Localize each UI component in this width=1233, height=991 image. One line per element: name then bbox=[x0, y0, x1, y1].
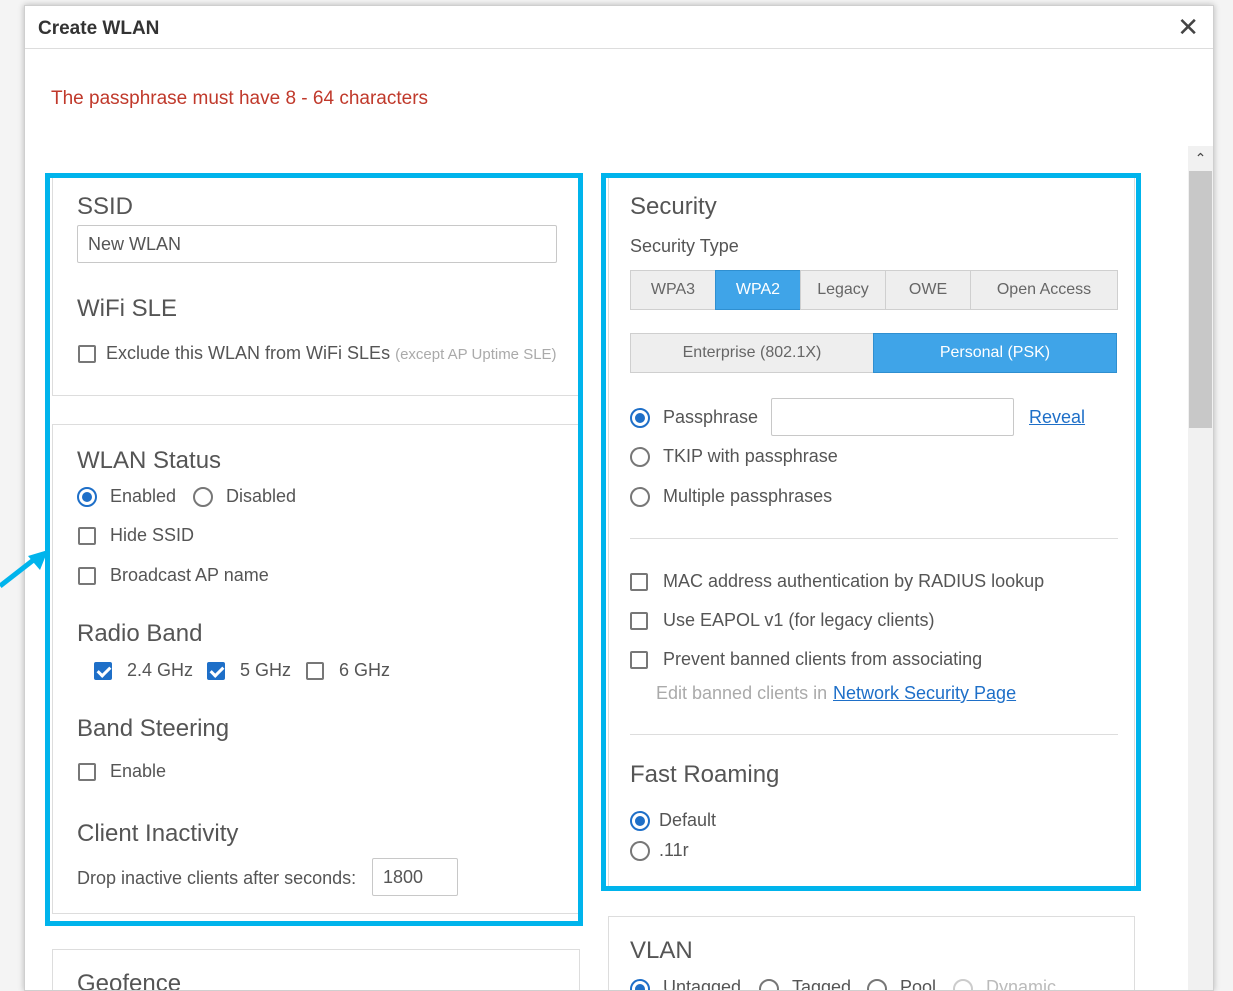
security-type-wpa3[interactable]: WPA3 bbox=[630, 270, 716, 310]
passphrase-label: Passphrase bbox=[663, 407, 759, 427]
vlan-tagged-radio[interactable] bbox=[759, 979, 779, 990]
vlan-dynamic-label: Dynamic bbox=[986, 977, 1057, 991]
ssid-title: SSID bbox=[77, 193, 134, 220]
vlan-pool-label: Pool bbox=[900, 977, 937, 991]
security-type-wpa2[interactable]: WPA2 bbox=[715, 270, 801, 310]
disabled-radio[interactable] bbox=[193, 487, 213, 507]
fast-roaming-default-radio[interactable] bbox=[630, 811, 650, 831]
band-6-checkbox[interactable] bbox=[306, 662, 324, 680]
banned-clients-checkbox[interactable] bbox=[630, 651, 648, 669]
reveal-link[interactable]: Reveal bbox=[1029, 407, 1085, 428]
vlan-card: VLAN Untagged Tagged Pool Dynamic bbox=[608, 916, 1135, 991]
edit-banned-text: Edit banned clients in bbox=[656, 683, 828, 703]
vlan-tagged-label: Tagged bbox=[792, 977, 852, 991]
exclude-sle-label: Exclude this WLAN from WiFi SLEs (except… bbox=[106, 343, 557, 364]
geofence-title: Geofence bbox=[77, 970, 182, 991]
mode-personal[interactable]: Personal (PSK) bbox=[873, 333, 1117, 373]
band-2-4-label: 2.4 GHz bbox=[127, 660, 194, 680]
mac-auth-label: MAC address authentication by RADIUS loo… bbox=[663, 571, 1045, 591]
security-type-owe[interactable]: OWE bbox=[885, 270, 971, 310]
security-type-open[interactable]: Open Access bbox=[970, 270, 1118, 310]
band-5-checkbox[interactable] bbox=[207, 662, 225, 680]
security-title: Security bbox=[630, 193, 717, 220]
ssid-input[interactable] bbox=[77, 225, 557, 263]
disabled-label: Disabled bbox=[226, 486, 297, 506]
passphrase-radio[interactable] bbox=[630, 408, 650, 428]
geofence-card: Geofence bbox=[52, 949, 580, 991]
security-card: Security Security Type WPA3 WPA2 Legacy … bbox=[608, 174, 1135, 889]
fast-roaming-11r-radio[interactable] bbox=[630, 841, 650, 861]
broadcast-ap-label: Broadcast AP name bbox=[110, 565, 269, 585]
vlan-pool-radio[interactable] bbox=[867, 979, 887, 990]
radio-band-title: Radio Band bbox=[77, 620, 203, 647]
vlan-title: VLAN bbox=[630, 937, 693, 964]
vlan-dynamic-radio[interactable] bbox=[953, 979, 973, 990]
passphrase-input[interactable] bbox=[771, 398, 1014, 436]
mode-enterprise[interactable]: Enterprise (802.1X) bbox=[630, 333, 874, 373]
band-6-label: 6 GHz bbox=[339, 660, 391, 680]
mac-auth-checkbox[interactable] bbox=[630, 573, 648, 591]
enabled-label: Enabled bbox=[110, 486, 177, 506]
security-type-label: Security Type bbox=[630, 236, 739, 256]
enabled-radio[interactable] bbox=[77, 487, 97, 507]
band-2-4-checkbox[interactable] bbox=[94, 662, 112, 680]
scroll-up-icon[interactable]: ⌃ bbox=[1188, 146, 1213, 170]
vlan-untagged-label: Untagged bbox=[663, 977, 742, 991]
vlan-untagged-radio[interactable] bbox=[630, 979, 650, 990]
inactivity-seconds-input[interactable] bbox=[372, 858, 458, 896]
band-steering-title: Band Steering bbox=[77, 715, 230, 742]
band-steering-label: Enable bbox=[110, 761, 167, 781]
dialog-scrollbar[interactable]: ⌃ bbox=[1188, 146, 1213, 990]
annotation-arrow-icon bbox=[0, 550, 48, 588]
fast-roaming-title: Fast Roaming bbox=[630, 761, 780, 788]
band-5-label: 5 GHz bbox=[240, 660, 292, 680]
hide-ssid-label: Hide SSID bbox=[110, 525, 195, 545]
ssid-card: SSID WiFi SLE Exclude this WLAN from WiF… bbox=[52, 174, 580, 396]
wlan-status-title: WLAN Status bbox=[77, 447, 222, 474]
dialog-title: Create WLAN bbox=[38, 18, 160, 39]
multiple-passphrases-label: Multiple passphrases bbox=[663, 486, 833, 506]
hide-ssid-checkbox[interactable] bbox=[78, 527, 96, 545]
close-icon[interactable]: ✕ bbox=[1177, 14, 1199, 40]
fast-roaming-default-label: Default bbox=[659, 810, 717, 830]
error-message: The passphrase must have 8 - 64 characte… bbox=[51, 88, 429, 109]
eapol-checkbox[interactable] bbox=[630, 612, 648, 630]
multiple-passphrases-radio[interactable] bbox=[630, 487, 650, 507]
broadcast-ap-checkbox[interactable] bbox=[78, 567, 96, 585]
exclude-sle-checkbox[interactable] bbox=[78, 345, 96, 363]
security-type-legacy[interactable]: Legacy bbox=[800, 270, 886, 310]
band-steering-checkbox[interactable] bbox=[78, 763, 96, 781]
network-security-link[interactable]: Network Security Page bbox=[833, 683, 1016, 704]
security-divider-2 bbox=[630, 734, 1118, 735]
wlan-options-card: WLAN Status Enabled Disabled Hide SSID B… bbox=[52, 424, 580, 914]
exclude-sle-text: Exclude this WLAN from WiFi SLEs bbox=[106, 343, 391, 363]
fast-roaming-11r-label: .11r bbox=[659, 840, 689, 860]
scroll-thumb[interactable] bbox=[1189, 171, 1212, 428]
exclude-sle-note: (except AP Uptime SLE) bbox=[395, 346, 557, 363]
banned-clients-label: Prevent banned clients from associating bbox=[663, 649, 983, 669]
dialog-header: Create WLAN ✕ bbox=[25, 6, 1213, 49]
security-divider-1 bbox=[630, 538, 1118, 539]
wifi-sle-title: WiFi SLE bbox=[77, 295, 178, 322]
client-inactivity-title: Client Inactivity bbox=[77, 820, 239, 847]
tkip-radio[interactable] bbox=[630, 447, 650, 467]
eapol-label: Use EAPOL v1 (for legacy clients) bbox=[663, 610, 935, 630]
create-wlan-dialog: Create WLAN ✕ The passphrase must have 8… bbox=[24, 5, 1214, 991]
tkip-label: TKIP with passphrase bbox=[663, 446, 838, 466]
client-inactivity-label: Drop inactive clients after seconds: bbox=[77, 868, 357, 888]
